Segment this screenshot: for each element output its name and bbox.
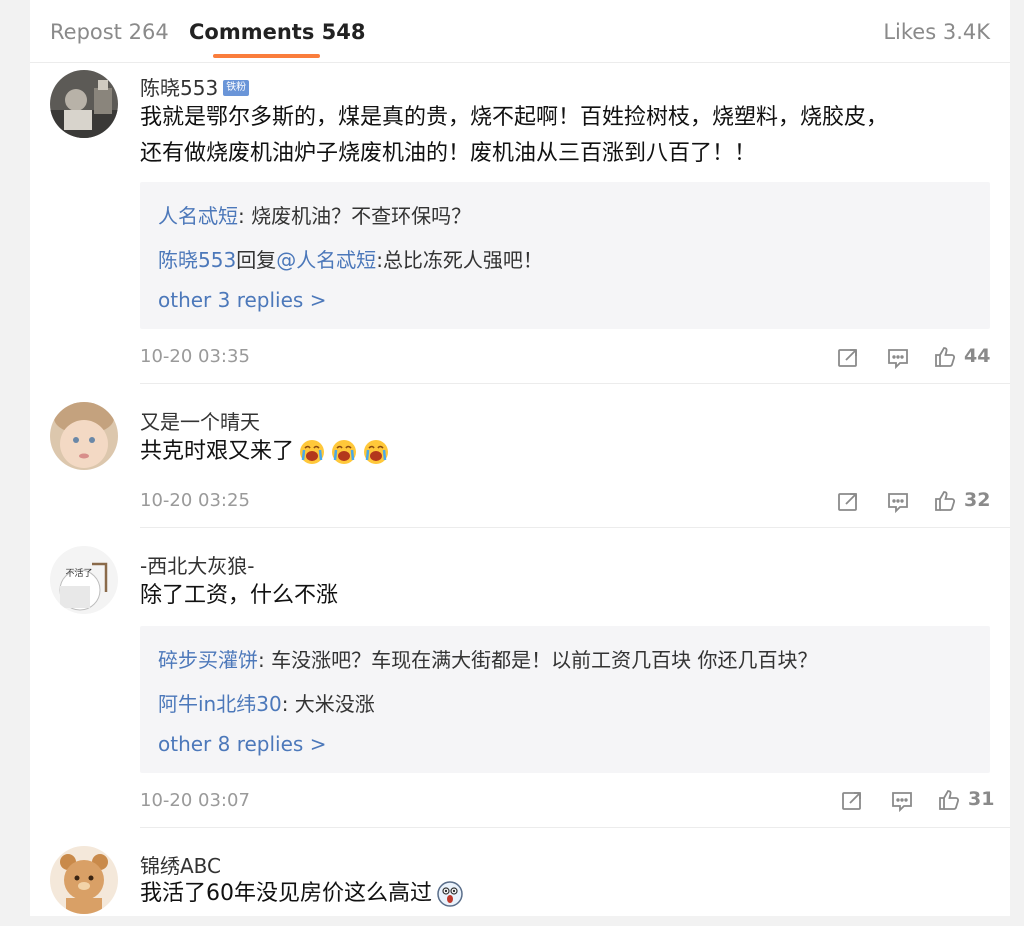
reply-label: 回复 <box>236 248 277 272</box>
comment-item: 又是一个晴天 共克时艰又来了 10-20 03:25 32 <box>30 384 1010 528</box>
reply-username[interactable]: 人名忒短 <box>158 204 238 228</box>
reply-separator: : <box>238 204 252 228</box>
comment-text: 我就是鄂尔多斯的，煤是真的贵，烧不起啊！百姓捡树枝，烧塑料，烧胶皮， 还有做烧废… <box>140 100 888 172</box>
reply-text: 烧废机油？不查环保吗？ <box>251 204 472 228</box>
comment-icon[interactable] <box>886 490 910 514</box>
crying-emoji-icon <box>330 438 358 466</box>
username[interactable]: 锦绣ABC <box>140 850 221 879</box>
comment-text-line: 我就是鄂尔多斯的，煤是真的贵，烧不起啊！百姓捡树枝，烧塑料，烧胶皮， <box>140 105 889 130</box>
reply-text: 总比冻死人强吧！ <box>382 248 543 272</box>
reply-text: 大米没涨 <box>294 692 375 716</box>
thumbs-up-icon[interactable] <box>933 345 957 369</box>
reply-username[interactable]: 陈晓553 <box>158 248 236 272</box>
timestamp: 10-20 03:25 <box>140 490 250 511</box>
avatar[interactable] <box>50 70 118 138</box>
avatar[interactable]: 不活了 <box>50 546 118 614</box>
repost-icon[interactable] <box>836 346 860 370</box>
reply-item[interactable]: 阿牛in北纬30: 大米没涨 <box>158 688 375 717</box>
comment-icon[interactable] <box>890 789 914 813</box>
reply-separator: : <box>258 648 272 672</box>
active-tab-indicator <box>213 54 320 58</box>
comment-text-line: 还有做烧废机油炉子烧废机油的！废机油从三百涨到八百了！！ <box>140 141 757 166</box>
more-replies-link[interactable]: other 8 replies > <box>158 732 326 756</box>
reply-mention[interactable]: @人名忒短 <box>276 248 376 272</box>
comment-text: 共克时艰又来了 <box>140 434 390 470</box>
shocked-emoji-icon <box>436 880 464 908</box>
comment-item: 陈晓553 铁粉 我就是鄂尔多斯的，煤是真的贵，烧不起啊！百姓捡树枝，烧塑料，烧胶… <box>30 62 1010 384</box>
like-count: 44 <box>964 345 991 367</box>
reply-box: 碎步买灌饼: 车没涨吧？车现在满大街都是！以前工资几百块 你还几百块？ 阿牛in… <box>140 626 990 773</box>
reply-item[interactable]: 人名忒短: 烧废机油？不查环保吗？ <box>158 200 471 229</box>
reply-item[interactable]: 碎步买灌饼: 车没涨吧？车现在满大街都是！以前工资几百块 你还几百块？ <box>158 644 817 673</box>
comment-text-line: 共克时艰又来了 <box>140 439 295 464</box>
crying-emoji-icon <box>362 438 390 466</box>
comment-text-line: 我活了60年没见房价这么高过 <box>140 881 432 906</box>
comment-icon[interactable] <box>886 346 910 370</box>
more-replies-link[interactable]: other 3 replies > <box>158 288 326 312</box>
username[interactable]: -西北大灰狼- <box>140 550 254 579</box>
fan-badge: 铁粉 <box>223 80 250 96</box>
tab-likes[interactable]: Likes 3.4K <box>883 20 990 44</box>
reply-text: 车没涨吧？车现在满大街都是！以前工资几百块 你还几百块？ <box>271 648 818 672</box>
username-text[interactable]: 陈晓553 <box>140 76 218 100</box>
comment-item: 锦绣ABC 我活了60年没见房价这么高过 <box>30 828 1010 916</box>
username[interactable]: 又是一个晴天 <box>140 406 260 435</box>
like-count: 31 <box>968 788 995 810</box>
timestamp: 10-20 03:35 <box>140 346 250 367</box>
comment-text: 除了工资，什么不涨 <box>140 583 339 608</box>
repost-icon[interactable] <box>840 789 864 813</box>
thumbs-up-icon[interactable] <box>933 489 957 513</box>
avatar[interactable] <box>50 846 118 914</box>
reply-username[interactable]: 碎步买灌饼 <box>158 648 258 672</box>
like-count: 32 <box>964 489 991 511</box>
reply-item[interactable]: 陈晓553回复@人名忒短:总比冻死人强吧！ <box>158 244 543 273</box>
timestamp: 10-20 03:07 <box>140 790 250 811</box>
tab-repost[interactable]: Repost 264 <box>50 20 169 44</box>
reply-separator: : <box>281 692 295 716</box>
comment-item: 不活了 -西北大灰狼- 除了工资，什么不涨 碎步买灌饼: 车没涨吧？车现在满大街… <box>30 528 1010 828</box>
avatar-caption: 不活了 <box>65 567 92 579</box>
tab-bar: Repost 264 Comments 548 Likes 3.4K <box>30 0 1010 63</box>
username[interactable]: 陈晓553 铁粉 <box>140 72 250 101</box>
tab-comments[interactable]: Comments 548 <box>189 20 365 44</box>
comment-panel: Repost 264 Comments 548 Likes 3.4K 陈晓553… <box>30 0 1010 916</box>
thumbs-up-icon[interactable] <box>937 788 961 812</box>
avatar[interactable] <box>50 402 118 470</box>
reply-separator: : <box>376 248 383 272</box>
crying-emoji-icon <box>298 438 326 466</box>
reply-box: 人名忒短: 烧废机油？不查环保吗？ 陈晓553回复@人名忒短:总比冻死人强吧！ … <box>140 182 990 329</box>
comment-text: 我活了60年没见房价这么高过 <box>140 876 464 912</box>
reply-username[interactable]: 阿牛in北纬30 <box>158 692 282 716</box>
repost-icon[interactable] <box>836 490 860 514</box>
